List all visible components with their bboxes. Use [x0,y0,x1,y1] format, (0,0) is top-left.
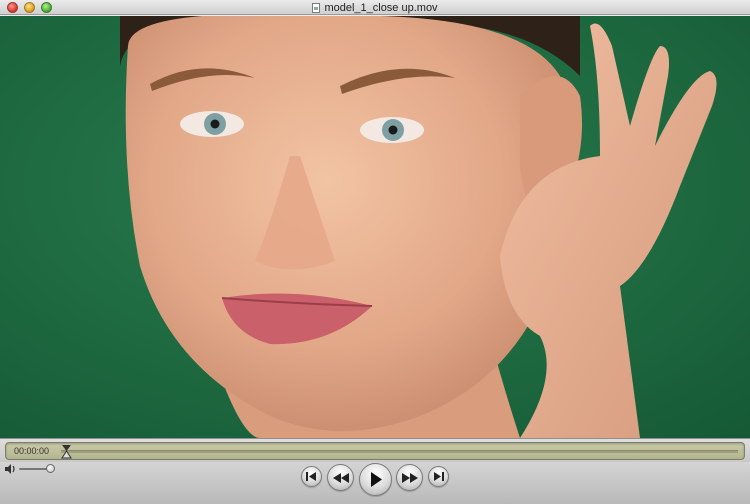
rewind-icon [332,472,349,483]
play-icon [371,472,382,487]
minimize-window-button[interactable] [24,2,35,13]
skip-forward-icon [434,472,444,481]
timeline-track[interactable] [61,450,738,453]
scrubber[interactable]: 00:00:00 [5,442,745,460]
video-frame[interactable] [0,16,750,438]
speaker-icon[interactable] [4,463,17,475]
playback-controls [0,462,750,504]
playhead-icon[interactable] [61,444,72,459]
volume-slider-knob[interactable] [46,464,55,473]
close-window-button[interactable] [7,2,18,13]
go-to-end-button[interactable] [428,466,449,487]
window-titlebar[interactable]: model_1_close up.mov [0,0,750,15]
rewind-button[interactable] [327,464,354,491]
window-title: model_1_close up.mov [324,1,438,14]
fast-forward-icon [401,472,418,483]
play-button[interactable] [359,463,392,496]
zoom-window-button[interactable] [41,2,52,13]
skip-back-icon [306,472,316,481]
go-to-start-button[interactable] [301,466,322,487]
video-image [0,16,750,438]
timeline-bar: 00:00:00 [0,438,750,462]
fast-forward-button[interactable] [396,464,423,491]
timecode-display: 00:00:00 [14,446,50,456]
document-icon [312,2,321,13]
